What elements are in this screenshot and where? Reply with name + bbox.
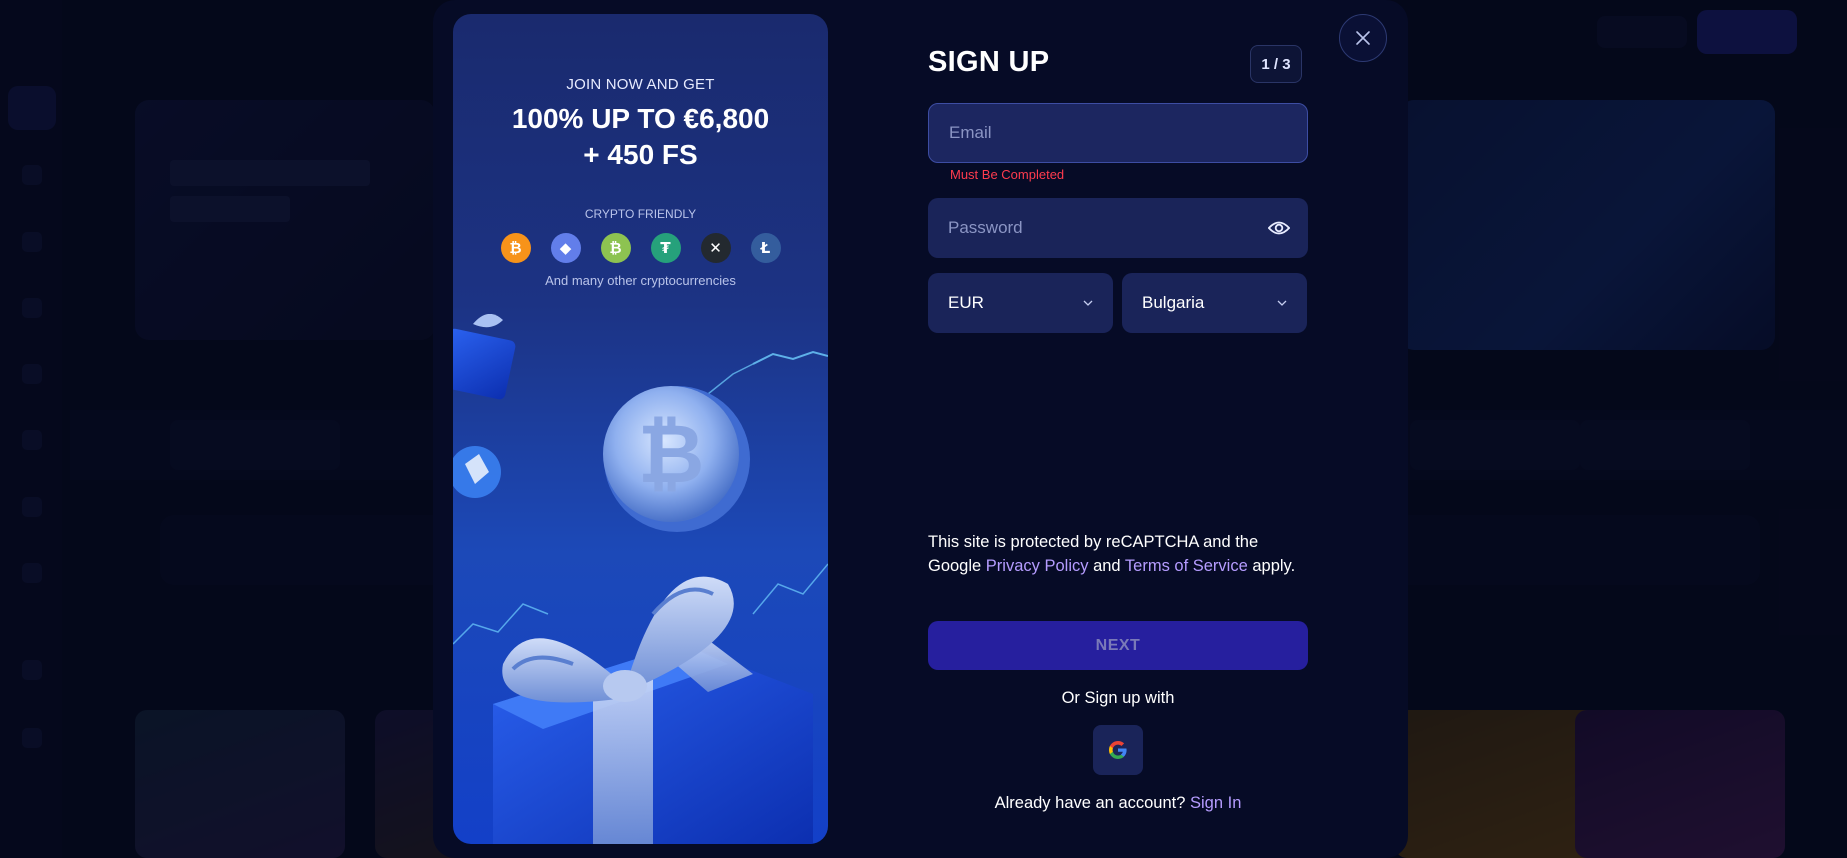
crypto-friendly-label: CRYPTO FRIENDLY <box>584 207 697 221</box>
litecoin-icon: Ł <box>750 233 781 263</box>
signin-link[interactable]: Sign In <box>1190 794 1241 812</box>
close-button[interactable] <box>1339 14 1387 62</box>
email-input[interactable] <box>949 123 1287 143</box>
promo-panel: JOIN NOW AND GET 100% UP TO €6,800 + 450… <box>453 14 828 844</box>
terms-of-service-link[interactable]: Terms of Service <box>1125 557 1248 575</box>
form-title: SIGN UP <box>928 46 1050 78</box>
eye-icon[interactable] <box>1268 218 1290 238</box>
promo-bonus-amount: 100% UP TO €6,800 + 450 FS <box>511 103 770 170</box>
country-value: Bulgaria <box>1142 293 1205 312</box>
gift-bitcoin-illustration: ₿ <box>453 314 828 844</box>
google-icon <box>1109 741 1127 759</box>
password-input[interactable] <box>948 218 1288 238</box>
google-signup-button[interactable] <box>1093 725 1143 775</box>
currency-select[interactable]: EUR <box>928 273 1113 333</box>
crypto-coin-list: ₿ ◆ ₿ ₮ ✕ Ł <box>453 233 828 263</box>
signin-prompt: Already have an account? Sign In <box>994 794 1242 812</box>
svg-text:₿: ₿ <box>638 407 705 502</box>
email-field[interactable] <box>928 103 1308 163</box>
promo-join-text: JOIN NOW AND GET <box>566 76 715 93</box>
signup-modal: JOIN NOW AND GET 100% UP TO €6,800 + 450… <box>433 0 1408 858</box>
next-button[interactable]: NEXT <box>928 621 1308 670</box>
recaptcha-notice: This site is protected by reCAPTCHA and … <box>928 533 1296 575</box>
close-icon <box>1356 31 1370 45</box>
privacy-policy-link[interactable]: Privacy Policy <box>986 557 1089 575</box>
ethereum-icon: ◆ <box>550 233 581 263</box>
email-error-message: Must Be Completed <box>950 167 1065 182</box>
other-crypto-text: And many other cryptocurrencies <box>545 273 736 288</box>
chevron-down-icon <box>1083 300 1093 306</box>
or-signup-with-text: Or Sign up with <box>1061 689 1175 707</box>
bitcoin-icon: ₿ <box>500 233 531 263</box>
country-select[interactable]: Bulgaria <box>1122 273 1307 333</box>
bitcoin-cash-icon: ₿ <box>600 233 631 263</box>
ripple-icon: ✕ <box>700 233 731 263</box>
tether-icon: ₮ <box>650 233 681 263</box>
step-indicator: 1 / 3 <box>1250 45 1302 83</box>
currency-value: EUR <box>948 293 984 312</box>
password-field[interactable] <box>928 198 1308 258</box>
chevron-down-icon <box>1277 300 1287 306</box>
